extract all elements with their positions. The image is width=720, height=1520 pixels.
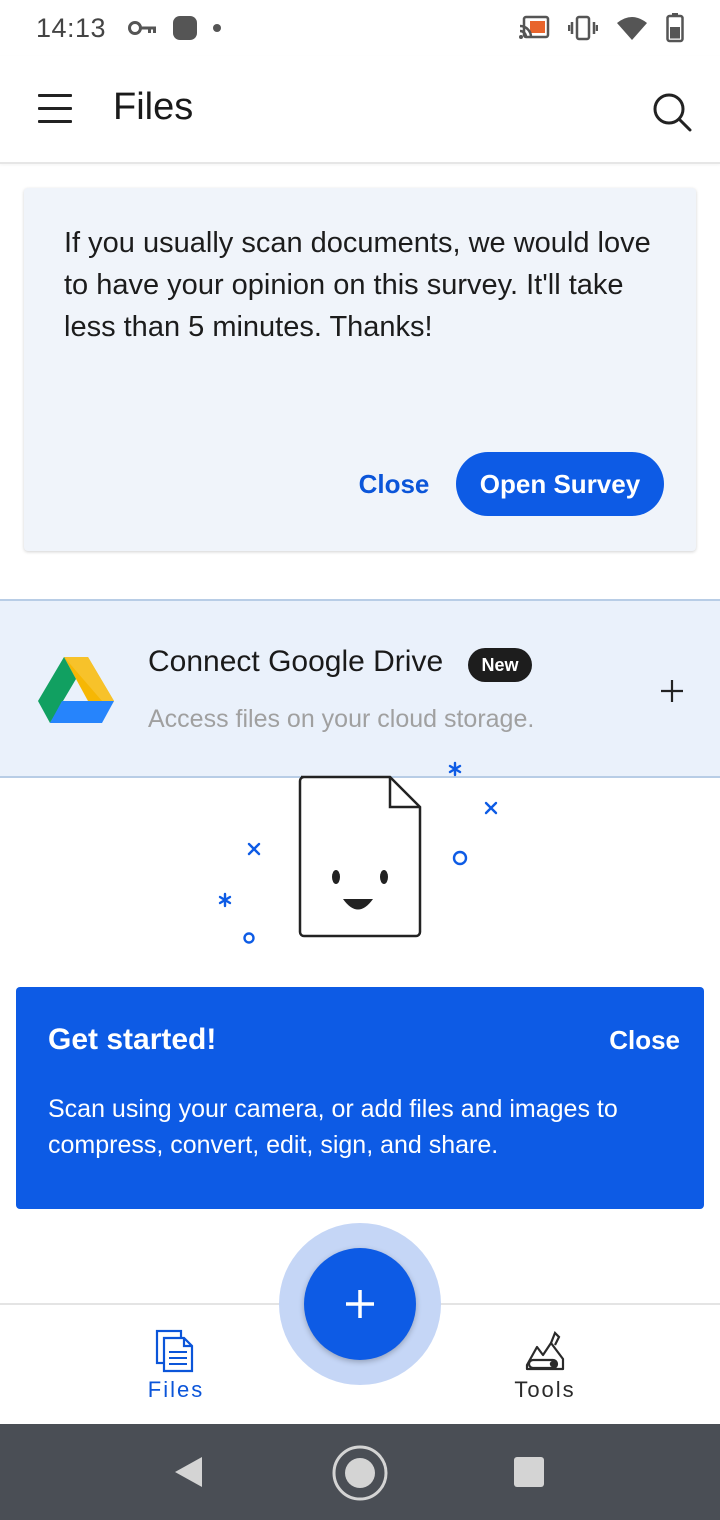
app-bar: Files bbox=[0, 56, 720, 164]
get-started-close-button[interactable]: Close bbox=[600, 1017, 680, 1063]
connect-google-drive-row[interactable]: Connect Google Drive New Access files on… bbox=[0, 599, 720, 778]
system-navigation-bar bbox=[0, 1424, 720, 1520]
plus-icon bbox=[346, 1290, 374, 1318]
vibrate-icon bbox=[568, 15, 598, 41]
key-icon bbox=[128, 21, 157, 35]
search-icon bbox=[653, 93, 692, 132]
nav-label-tools: Tools bbox=[514, 1377, 576, 1402]
open-survey-button[interactable]: Open Survey bbox=[456, 452, 664, 516]
survey-message: If you usually scan documents, we would … bbox=[64, 227, 651, 343]
get-started-message: Scan using your camera, or add files and… bbox=[48, 1095, 618, 1159]
nav-label-files: Files bbox=[147, 1377, 205, 1402]
tools-icon bbox=[525, 1331, 565, 1371]
nav-item-tools[interactable]: Tools bbox=[455, 1305, 635, 1424]
smiling-document-icon bbox=[298, 775, 422, 938]
get-started-title: Get started! bbox=[48, 1023, 217, 1056]
google-drive-icon bbox=[38, 657, 114, 723]
status-right-icons bbox=[518, 13, 684, 43]
empty-state-illustration bbox=[218, 761, 498, 944]
wifi-icon bbox=[617, 17, 647, 40]
home-icon[interactable] bbox=[331, 1444, 389, 1502]
battery-icon bbox=[666, 13, 684, 43]
page-title: Files bbox=[113, 86, 194, 128]
plus-icon[interactable] bbox=[652, 671, 692, 711]
notification-dot-icon bbox=[173, 16, 198, 40]
hamburger-menu-icon bbox=[38, 120, 72, 123]
new-badge: New bbox=[468, 648, 532, 682]
recents-icon[interactable] bbox=[513, 1456, 545, 1488]
files-icon bbox=[155, 1329, 194, 1373]
search-button[interactable] bbox=[648, 88, 696, 136]
back-icon[interactable] bbox=[172, 1455, 204, 1489]
cast-icon bbox=[519, 15, 550, 39]
drive-title: Connect Google Drive bbox=[148, 645, 444, 678]
status-bar: 14:13 bbox=[0, 0, 720, 56]
nav-item-files[interactable]: Files bbox=[86, 1305, 266, 1424]
small-dot-icon bbox=[213, 24, 222, 32]
hamburger-menu-icon bbox=[38, 94, 72, 97]
status-time: 14:13 bbox=[36, 12, 107, 43]
menu-button[interactable] bbox=[38, 94, 74, 124]
survey-close-button[interactable]: Close bbox=[344, 456, 444, 512]
add-fab-button[interactable] bbox=[304, 1248, 416, 1360]
hamburger-menu-icon bbox=[38, 107, 72, 110]
survey-card: If you usually scan documents, we would … bbox=[24, 188, 696, 551]
drive-subtitle: Access files on your cloud storage. bbox=[148, 705, 535, 733]
status-left-icons bbox=[128, 15, 222, 41]
get-started-banner: Get started! Close Scan using your camer… bbox=[16, 987, 704, 1209]
